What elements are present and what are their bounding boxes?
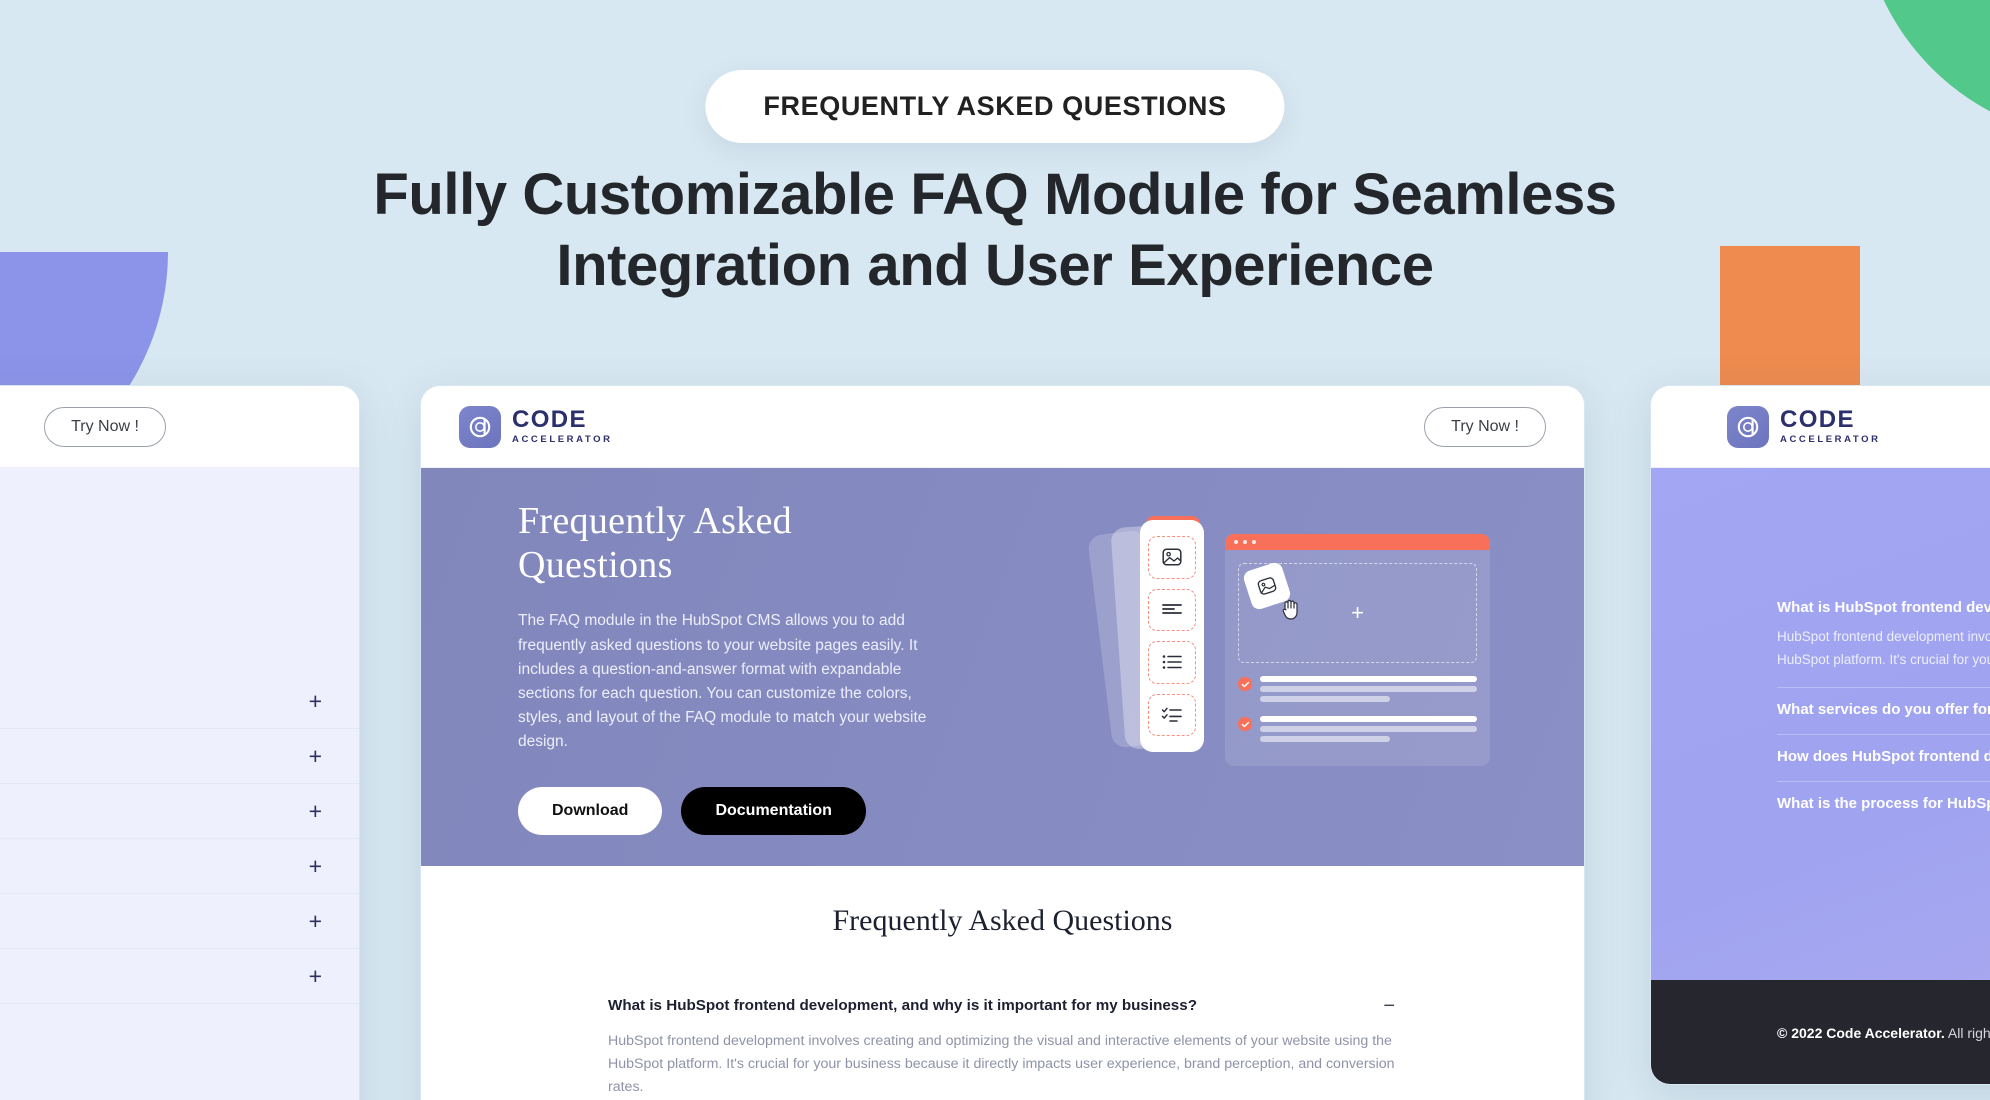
faq-item[interactable]: What services do you offer for HubSpot f… (1777, 688, 1990, 735)
preview-card-center: CODE ACCELERATOR Try Now ! Frequently As… (420, 385, 1585, 1100)
illustration-placeholder-lines (1260, 676, 1477, 706)
faq-item[interactable]: How does HubSpot frontend development im… (1777, 735, 1990, 782)
eyebrow-label: FREQUENTLY ASKED QUESTIONS (763, 91, 1227, 121)
faq-answer-line: HubSpot platform. It's crucial for your … (1777, 651, 1990, 667)
hero-copy: Frequently Asked Questions The FAQ modul… (421, 499, 941, 835)
faq-section: Frequently Asked Questions What is HubSp… (421, 866, 1584, 1100)
accordion-row[interactable]: + (0, 949, 359, 1004)
hero-title: Frequently Asked Questions (518, 500, 792, 587)
faq-item[interactable]: What is the process for HubSpot frontend… (1777, 782, 1990, 828)
illustration-row (1238, 716, 1477, 746)
brand-logo: CODE ACCELERATOR (1727, 405, 1881, 448)
page-title-line-1: Fully Customizable FAQ Module for Seamle… (373, 162, 1617, 227)
faq-question: What is the process for HubSpot frontend… (1777, 794, 1990, 812)
faq-question: How does HubSpot frontend development im… (1777, 747, 1990, 765)
illustration-editor-window: + (1225, 534, 1490, 766)
grab-hand-cursor-icon (1281, 597, 1301, 627)
decorative-quarter-circle-green (1860, 0, 1990, 140)
accordion-row[interactable]: + (0, 674, 359, 729)
check-icon (1238, 677, 1252, 691)
accordion-row[interactable]: + (0, 784, 359, 839)
page-title-line-2: Integration and User Experience (556, 232, 1434, 298)
illustration-component-panel (1140, 520, 1204, 752)
accordion-row[interactable]: + (0, 729, 359, 784)
faq-accordion: What is HubSpot frontend development, an… (461, 982, 1544, 1100)
footer-copyright-owner: © 2022 Code Accelerator. (1777, 1025, 1945, 1041)
faq-question: What is HubSpot frontend development, an… (608, 997, 1197, 1014)
brand-logo-text: CODE ACCELERATOR (512, 408, 613, 445)
right-card-topbar: CODE ACCELERATOR (1651, 386, 1990, 468)
try-now-button-center[interactable]: Try Now ! (1424, 406, 1546, 447)
plus-icon[interactable]: + (309, 799, 322, 823)
footer-rights: All rights reserved. (1947, 1025, 1990, 1041)
hero-banner: Frequently Asked Questions The FAQ modul… (421, 468, 1584, 866)
brand-name-primary: CODE (512, 406, 587, 434)
faq-item[interactable]: What is HubSpot frontend development, an… (608, 982, 1397, 1100)
illustration-placeholder-lines (1260, 716, 1477, 746)
illustration-row (1238, 676, 1477, 706)
right-card-body: What is HubSpot frontend development, an… (1651, 468, 1990, 980)
code-accelerator-logo-icon (1727, 405, 1769, 448)
brand-name-primary: CODE (1780, 406, 1855, 434)
hero-description: The FAQ module in the HubSpot CMS allows… (518, 612, 927, 751)
preview-card-left: Try Now ! + + + + + + (0, 385, 360, 1100)
try-now-button-left[interactable]: Try Now ! (44, 406, 166, 447)
left-card-body: + + + + + + (0, 468, 359, 1100)
illustration-window-titlebar (1225, 534, 1490, 550)
eyebrow-badge: FREQUENTLY ASKED QUESTIONS (705, 70, 1285, 143)
illustration-dropzone: + (1238, 560, 1477, 663)
footer-copyright: © 2022 Code Accelerator. All rights rese… (1777, 1025, 1990, 1041)
faq-answer-line: HubSpot frontend development involves cr… (1777, 629, 1990, 644)
accordion-row[interactable]: + (0, 894, 359, 949)
plus-icon[interactable]: + (309, 689, 322, 713)
minus-icon[interactable]: − (1381, 996, 1397, 1016)
preview-card-right: CODE ACCELERATOR What is HubSpot fronten… (1650, 385, 1990, 1085)
brand-logo: CODE ACCELERATOR (459, 405, 613, 448)
faq-section-heading: Frequently Asked Questions (832, 904, 1173, 937)
list-icon (1148, 641, 1196, 684)
brand-name-secondary: ACCELERATOR (512, 434, 613, 446)
center-card-topbar: CODE ACCELERATOR Try Now ! (421, 386, 1584, 468)
faq-question-row[interactable]: What is HubSpot frontend development, an… (608, 996, 1397, 1017)
hero-illustration: + (1087, 516, 1510, 770)
decorative-square-orange (1720, 246, 1860, 386)
accordion-row[interactable]: + (0, 839, 359, 894)
window-dot (1252, 540, 1256, 544)
plus-icon[interactable]: + (309, 909, 322, 933)
faq-question: What is HubSpot frontend development, an… (1777, 599, 1990, 616)
right-card-footer: © 2022 Code Accelerator. All rights rese… (1651, 980, 1990, 1084)
checklist-icon (1148, 693, 1196, 736)
dropzone-plus-icon: + (1351, 600, 1364, 625)
faq-item[interactable]: What is HubSpot frontend development, an… (1777, 586, 1990, 688)
check-icon (1238, 717, 1252, 731)
left-card-topbar: Try Now ! (0, 386, 359, 468)
brand-logo-text: CODE ACCELERATOR (1780, 408, 1881, 445)
illustration-checked-rows (1225, 676, 1490, 746)
documentation-button[interactable]: Documentation (681, 786, 866, 835)
brand-name-secondary: ACCELERATOR (1780, 434, 1881, 446)
faq-question: What services do you offer for HubSpot f… (1777, 700, 1990, 718)
hero-button-group: Download Documentation (518, 786, 941, 835)
faq-answer: HubSpot frontend development involves cr… (608, 1032, 1395, 1095)
download-button[interactable]: Download (518, 786, 663, 835)
code-accelerator-logo-icon (459, 405, 501, 448)
image-icon (1148, 536, 1196, 579)
page-title: Fully Customizable FAQ Module for Seamle… (320, 160, 1670, 302)
window-dot (1234, 540, 1238, 544)
text-align-icon (1148, 588, 1196, 631)
window-dot (1243, 540, 1247, 544)
plus-icon[interactable]: + (309, 744, 322, 768)
plus-icon[interactable]: + (309, 964, 322, 988)
plus-icon[interactable]: + (309, 854, 322, 878)
